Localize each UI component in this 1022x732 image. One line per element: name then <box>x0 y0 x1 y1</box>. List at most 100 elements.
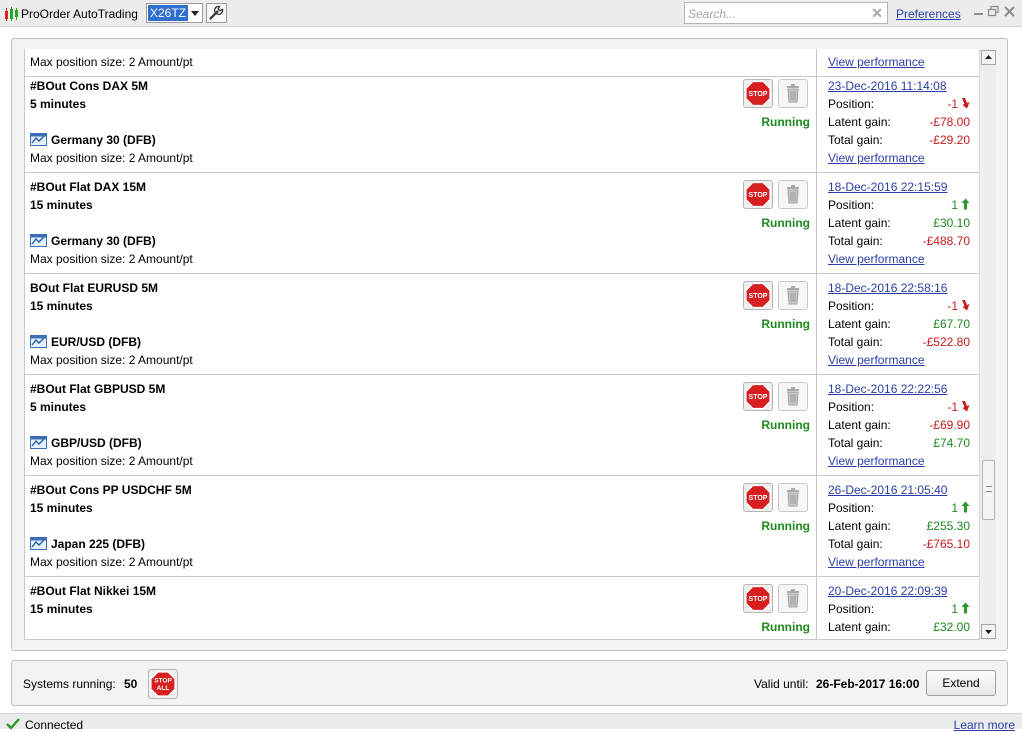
system-stats: 26-Dec-2016 21:05:40 Position: 1 Latent gai… <box>816 476 979 576</box>
system-name: BOut Flat EURUSD 5M <box>30 281 159 295</box>
position-label: Position: <box>828 299 875 313</box>
vertical-scrollbar[interactable] <box>979 49 996 640</box>
trash-icon <box>787 286 799 305</box>
latent-gain-label: Latent gain: <box>828 317 891 331</box>
valid-until-label: Valid until: <box>754 677 809 691</box>
svg-text:STOP: STOP <box>749 394 768 401</box>
stop-icon: STOP <box>745 383 771 410</box>
position-value: -1 <box>947 97 958 111</box>
total-gain-label: Total gain: <box>828 436 883 450</box>
clear-icon[interactable]: ✕ <box>871 6 883 20</box>
position-value: -1 <box>947 299 958 313</box>
scroll-up-button[interactable] <box>981 50 996 65</box>
stop-icon: STOP <box>745 80 771 107</box>
system-name: #BOut Flat DAX 15M <box>30 180 147 194</box>
connected-icon <box>6 718 20 730</box>
account-value: X26TZ <box>148 5 189 21</box>
instrument-name: GBP/USD (DFB) <box>51 436 142 450</box>
scroll-down-button[interactable] <box>981 624 996 639</box>
trash-icon <box>787 488 799 507</box>
learn-more-link[interactable]: Learn more <box>954 718 1015 732</box>
close-icon[interactable] <box>1003 5 1016 18</box>
max-position: Max position size: 2 Amount/pt <box>30 454 193 468</box>
total-gain-value: £74.70 <box>933 436 970 450</box>
delete-button[interactable] <box>778 483 808 512</box>
position-value: 1 <box>951 198 958 212</box>
stop-button[interactable]: STOP <box>743 79 773 108</box>
total-gain-value: -£488.70 <box>922 234 970 248</box>
stop-button[interactable]: STOP <box>743 281 773 310</box>
total-gain-label: Total gain: <box>828 537 883 551</box>
start-date-link[interactable]: 23-Dec-2016 11:14:08 <box>828 79 947 93</box>
view-performance-link[interactable]: View performance <box>828 555 925 569</box>
system-stats: 18-Dec-2016 22:22:56 Position: -1 Latent ga… <box>816 375 979 475</box>
start-date-link[interactable]: 18-Dec-2016 22:15:59 <box>828 180 947 194</box>
arrow-down-icon <box>985 630 992 634</box>
status-bar: Connected Learn more <box>0 713 1022 732</box>
view-performance-link[interactable]: View performance <box>828 454 925 468</box>
summary-panel: Systems running: 50 STOP ALL Valid until… <box>11 660 1008 706</box>
status-running: Running <box>761 519 810 533</box>
instrument-name: Germany 30 (DFB) <box>51 234 156 248</box>
arrow-down-icon <box>962 98 970 109</box>
extend-button[interactable]: Extend <box>926 670 996 696</box>
system-info: #BOut Cons PP USDCHF 5M 15 minutes Japan 2… <box>25 476 816 576</box>
arrow-down-icon <box>962 401 970 412</box>
stop-button[interactable]: STOP <box>743 584 773 613</box>
view-performance-link[interactable]: View performance <box>828 151 925 165</box>
view-performance-link[interactable]: View performance <box>828 252 925 266</box>
minimize-icon[interactable] <box>972 5 985 18</box>
stop-button[interactable]: STOP <box>743 382 773 411</box>
scroll-thumb[interactable] <box>982 460 995 520</box>
svg-text:STOP: STOP <box>749 495 768 502</box>
start-date-link[interactable]: 18-Dec-2016 22:22:56 <box>828 382 947 396</box>
status-running: Running <box>761 115 810 129</box>
preferences-link[interactable]: Preferences <box>896 7 961 21</box>
stop-button[interactable]: STOP <box>743 180 773 209</box>
system-timeframe: 5 minutes <box>30 97 87 111</box>
view-performance-link[interactable]: View performance <box>828 55 925 69</box>
system-name: #BOut Flat GBPUSD 5M <box>30 382 166 396</box>
status-running: Running <box>761 620 810 634</box>
system-info: #BOut Flat DAX 15M 15 minutes Germany 30 (… <box>25 173 816 273</box>
chart-icon <box>30 133 47 146</box>
chart-icon <box>30 436 47 449</box>
latent-gain-label: Latent gain: <box>828 519 891 533</box>
start-date-link[interactable]: 20-Dec-2016 22:09:39 <box>828 584 947 598</box>
delete-button[interactable] <box>778 382 808 411</box>
arrow-up-icon <box>961 198 970 210</box>
stop-button[interactable]: STOP <box>743 483 773 512</box>
chart-icon <box>30 537 47 550</box>
max-position: Max position size: 2 Amount/pt <box>30 151 193 165</box>
position-value: 1 <box>951 501 958 515</box>
delete-button[interactable] <box>778 180 808 209</box>
search-box[interactable]: ✕ <box>684 2 888 24</box>
stop-icon: STOP <box>745 585 771 612</box>
app-title: ProOrder AutoTrading <box>21 7 138 21</box>
search-input[interactable] <box>688 6 866 21</box>
svg-text:STOP: STOP <box>749 91 768 98</box>
system-info: #BOut Flat Nikkei 15M 15 minutes STOP Runni… <box>25 577 816 639</box>
total-gain-label: Total gain: <box>828 234 883 248</box>
account-select[interactable]: X26TZ <box>146 3 203 23</box>
view-performance-link[interactable]: View performance <box>828 353 925 367</box>
position-value: 1 <box>951 602 958 616</box>
start-date-link[interactable]: 18-Dec-2016 22:58:16 <box>828 281 947 295</box>
system-stats: 18-Dec-2016 22:58:16 Position: -1 Latent ga… <box>816 274 979 374</box>
system-stats: 20-Dec-2016 22:09:39 Position: 1 Latent gai… <box>816 577 979 639</box>
latent-gain-label: Latent gain: <box>828 620 891 634</box>
stop-all-button[interactable]: STOP ALL <box>148 669 178 699</box>
delete-button[interactable] <box>778 79 808 108</box>
position-value: -1 <box>947 400 958 414</box>
delete-button[interactable] <box>778 584 808 613</box>
system-name: #BOut Cons DAX 5M <box>30 79 149 93</box>
settings-button[interactable] <box>206 3 227 23</box>
svg-text:ALL: ALL <box>157 685 170 692</box>
svg-text:STOP: STOP <box>154 678 172 685</box>
delete-button[interactable] <box>778 281 808 310</box>
trash-icon <box>787 387 799 406</box>
start-date-link[interactable]: 26-Dec-2016 21:05:40 <box>828 483 947 497</box>
stop-icon: STOP <box>745 181 771 208</box>
system-timeframe: 15 minutes <box>30 198 93 212</box>
restore-icon[interactable] <box>987 5 1000 18</box>
